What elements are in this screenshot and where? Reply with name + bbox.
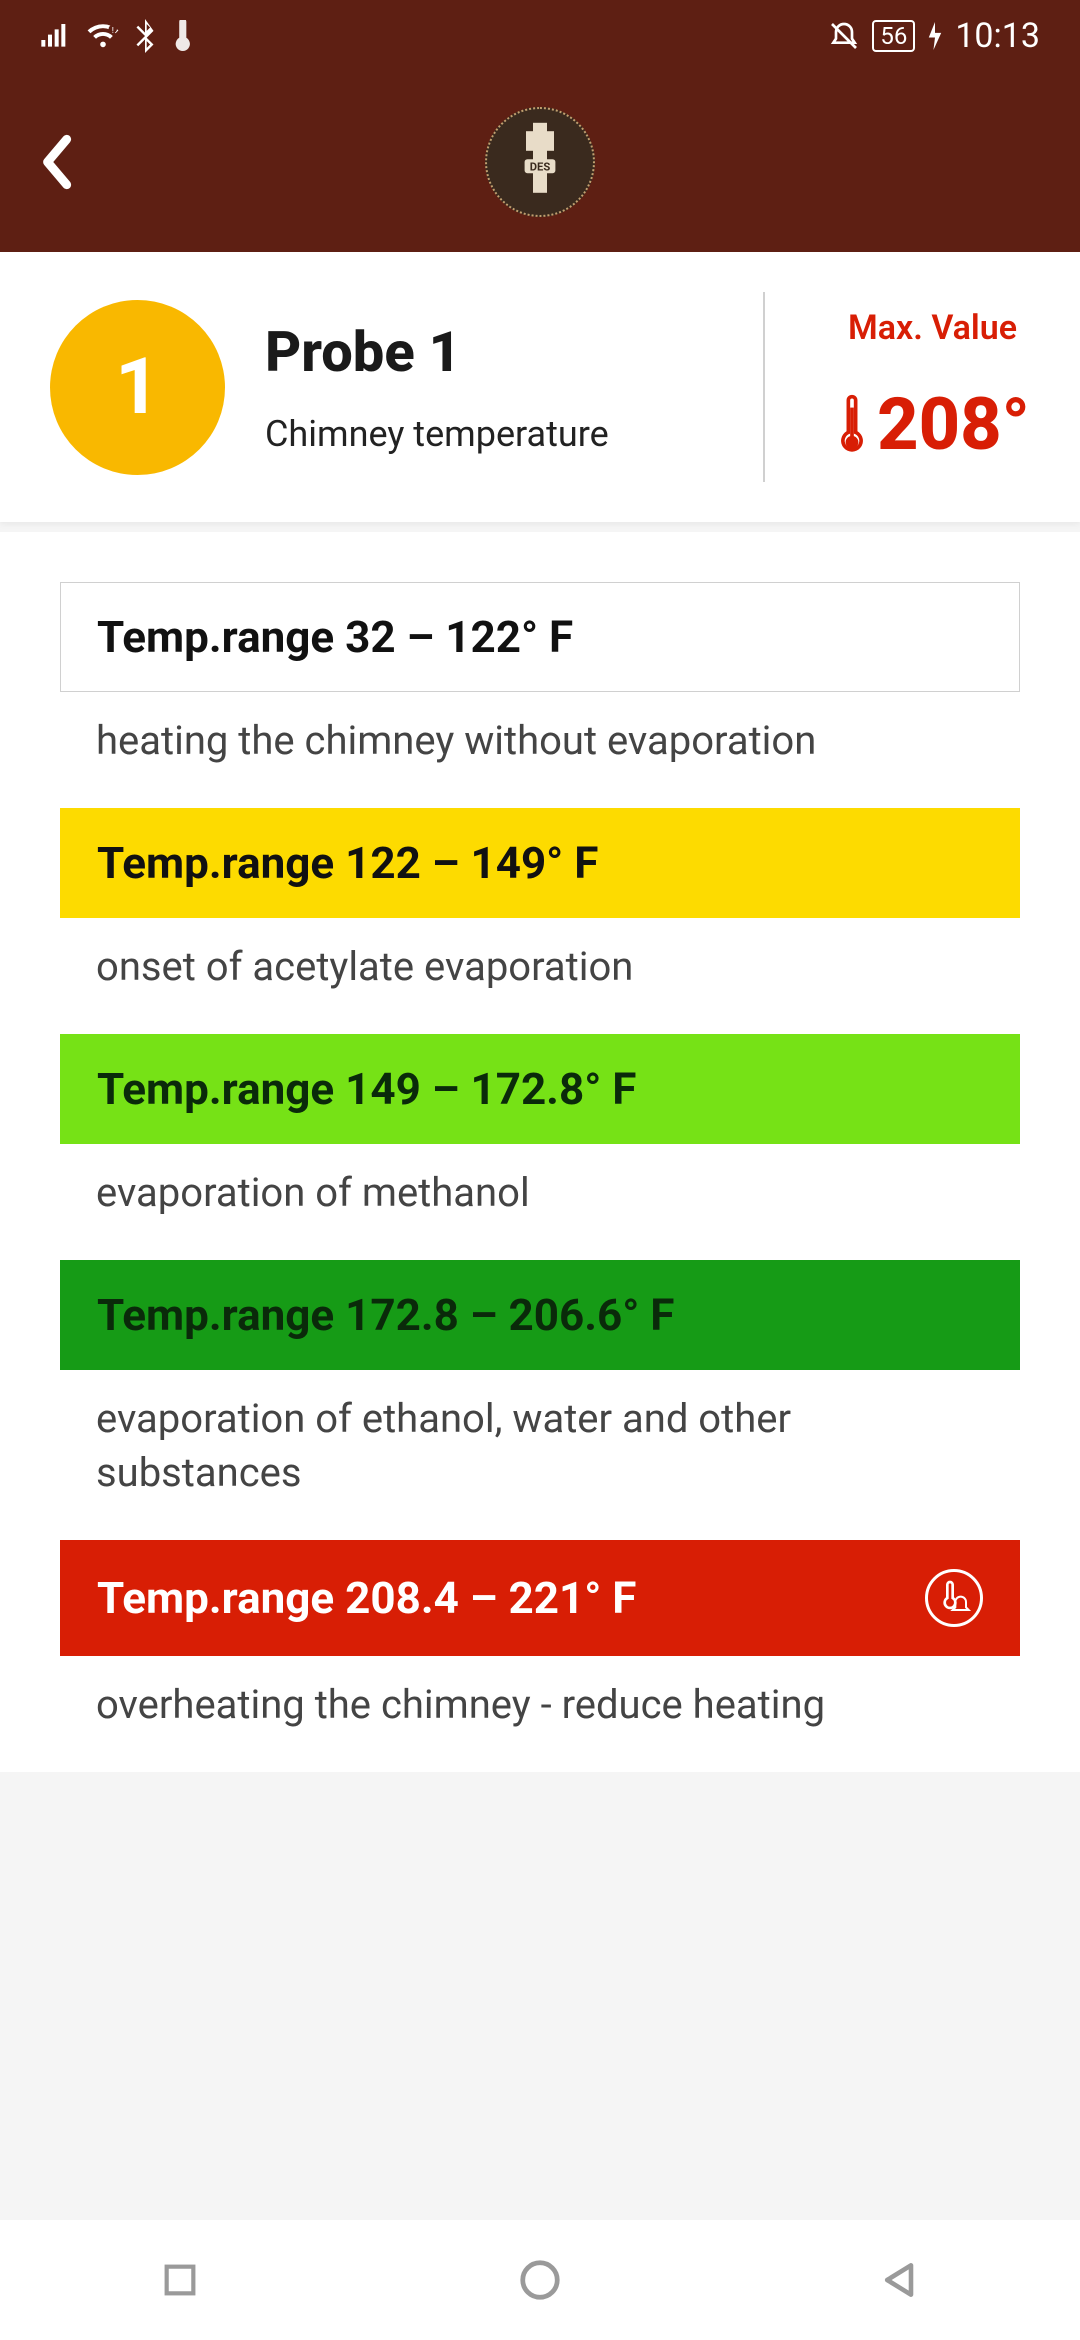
range-row[interactable]: Temp.range 32 – 122° F [60,582,1020,692]
probe-info: Probe 1 Chimney temperature [265,319,693,455]
range-description: evaporation of methanol [60,1144,1020,1260]
alert-thermo-icon [925,1569,983,1627]
range-label: Temp.range 122 – 149° F [97,837,598,889]
range-row[interactable]: Temp.range 149 – 172.8° F [60,1034,1020,1144]
range-label: Temp.range 172.8 – 206.6° F [97,1289,674,1341]
battery-level: 56 [872,20,915,52]
status-bar: ! 56 10:13 [0,0,1080,72]
range-label: Temp.range 208.4 – 221° F [97,1572,636,1624]
probe-subtitle: Chimney temperature [265,413,693,455]
back-nav-button[interactable] [874,2254,926,2306]
range-label: Temp.range 149 – 172.8° F [97,1063,636,1115]
home-button[interactable] [514,2254,566,2306]
probe-summary-card: 1 Probe 1 Chimney temperature Max. Value… [0,252,1080,522]
svg-text:!: ! [112,26,114,36]
bluetooth-icon [134,19,156,53]
probe-title: Probe 1 [265,319,693,385]
thermometer-icon [835,393,869,455]
range-label: Temp.range 32 – 122° F [97,611,573,663]
range-description: onset of acetylate evaporation [60,918,1020,1034]
ranges-list: Temp.range 32 – 122° F heating the chimn… [0,532,1080,1772]
divider [763,292,765,482]
svg-text:DES: DES [530,160,551,173]
status-left: ! [40,19,192,53]
range-row[interactable]: Temp.range 122 – 149° F [60,808,1020,918]
max-value: 208° [877,382,1030,467]
dnd-icon [828,20,860,52]
probe-number-badge: 1 [50,300,225,475]
signal-icon [40,22,72,50]
range-description: heating the chimney without evaporation [60,692,1020,808]
range-description: overheating the chimney - reduce heating [60,1656,1020,1772]
app-header: DES [0,72,1080,252]
back-button[interactable] [40,134,76,190]
system-nav-bar [0,2220,1080,2340]
charging-icon [927,22,943,50]
range-row[interactable]: Temp.range 208.4 – 221° F [60,1540,1020,1656]
status-right: 56 10:13 [828,16,1040,56]
recent-apps-button[interactable] [154,2254,206,2306]
app-logo: DES [485,107,595,217]
probe-max-section: Max. Value 208° [835,308,1030,467]
range-description: evaporation of ethanol, water and other … [60,1370,1020,1540]
max-value-label: Max. Value [835,308,1030,348]
thermo-small-icon [170,20,192,52]
clock-time: 10:13 [955,16,1040,56]
range-row[interactable]: Temp.range 172.8 – 206.6° F [60,1260,1020,1370]
wifi-icon: ! [86,22,120,50]
